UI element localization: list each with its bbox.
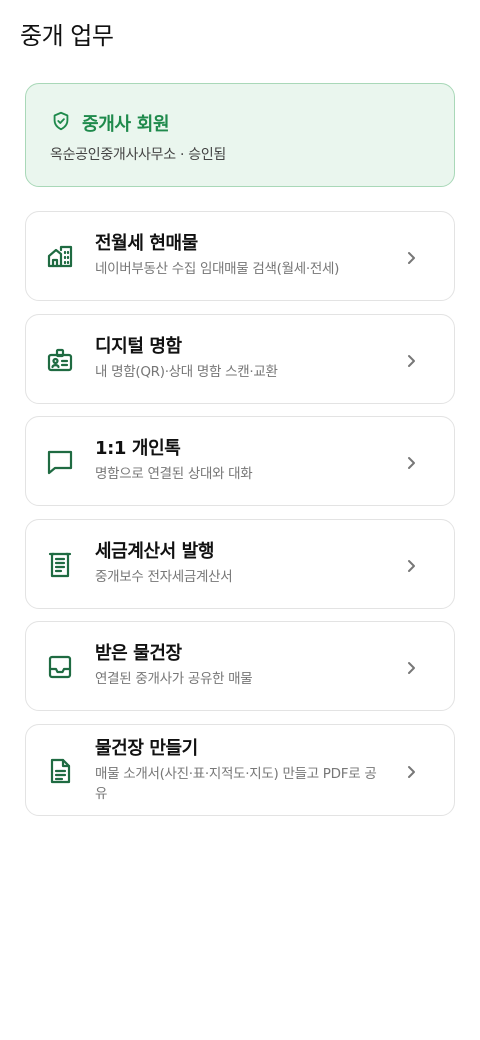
menu-item-private-chat[interactable]: 1:1 개인톡 명함으로 연결된 상대와 대화 <box>25 416 455 506</box>
member-title: 중개사 회원 <box>82 114 170 135</box>
menu-item-description: 명함으로 연결된 상대와 대화 <box>95 466 253 482</box>
menu-item-text: 세금계산서 발행 중개보수 전자세금계산서 <box>95 540 385 587</box>
menu-item-description: 매물 소개서(사진·표·지적도·지도) 만들고 PDF로 공유 <box>95 766 377 802</box>
receipt-icon <box>46 551 74 579</box>
chevron-right-icon <box>404 455 418 469</box>
building-icon <box>46 243 74 271</box>
menu-item-text: 물건장 만들기 매물 소개서(사진·표·지적도·지도) 만들고 PDF로 공유 <box>95 737 385 804</box>
chevron-right-icon <box>404 250 418 264</box>
menu-item-title: 1:1 개인톡 <box>95 438 181 459</box>
menu-item-title: 물건장 만들기 <box>95 738 198 759</box>
menu-item-create-listing[interactable]: 물건장 만들기 매물 소개서(사진·표·지적도·지도) 만들고 PDF로 공유 <box>25 724 455 816</box>
member-subtitle: 옥순공인중개사사무소 · 승인됨 <box>50 147 226 163</box>
page-title: 중개 업무 <box>20 22 114 50</box>
member-status-card: 중개사 회원 옥순공인중개사사무소 · 승인됨 <box>25 83 455 187</box>
menu-item-description: 연결된 중개사가 공유한 매물 <box>95 671 253 687</box>
menu-item-description: 네이버부동산 수집 임대매물 검색(월세·전세) <box>95 261 340 277</box>
menu-item-title: 전월세 현매물 <box>95 233 198 254</box>
id-badge-icon <box>46 346 74 374</box>
menu-item-title: 세금계산서 발행 <box>95 541 214 562</box>
chevron-right-icon <box>404 558 418 572</box>
chevron-right-icon <box>404 764 418 778</box>
document-icon <box>46 757 74 785</box>
menu-item-text: 받은 물건장 연결된 중개사가 공유한 매물 <box>95 642 385 689</box>
menu-item-title: 받은 물건장 <box>95 643 182 664</box>
chevron-right-icon <box>404 660 418 674</box>
chevron-right-icon <box>404 353 418 367</box>
chat-bubble-icon <box>46 448 74 476</box>
menu-item-received-listings[interactable]: 받은 물건장 연결된 중개사가 공유한 매물 <box>25 621 455 711</box>
menu-item-digital-card[interactable]: 디지털 명함 내 명함(QR)·상대 명함 스캔·교환 <box>25 314 455 404</box>
menu-item-text: 1:1 개인톡 명함으로 연결된 상대와 대화 <box>95 437 385 484</box>
menu-item-rental-listings[interactable]: 전월세 현매물 네이버부동산 수집 임대매물 검색(월세·전세) <box>25 211 455 301</box>
broker-work-page: 중개 업무 중개사 회원 옥순공인중개사사무소 · 승인됨 전월세 현매물 네이… <box>0 0 480 1040</box>
menu-item-title: 디지털 명함 <box>95 336 182 357</box>
inbox-icon <box>46 653 74 681</box>
menu-item-text: 디지털 명함 내 명함(QR)·상대 명함 스캔·교환 <box>95 335 385 382</box>
menu-item-description: 중개보수 전자세금계산서 <box>95 569 233 585</box>
shield-check-icon <box>50 110 72 136</box>
menu-item-description: 내 명함(QR)·상대 명함 스캔·교환 <box>95 364 278 380</box>
member-header: 중개사 회원 <box>50 110 170 136</box>
menu-item-tax-invoice[interactable]: 세금계산서 발행 중개보수 전자세금계산서 <box>25 519 455 609</box>
menu-item-text: 전월세 현매물 네이버부동산 수집 임대매물 검색(월세·전세) <box>95 232 385 279</box>
